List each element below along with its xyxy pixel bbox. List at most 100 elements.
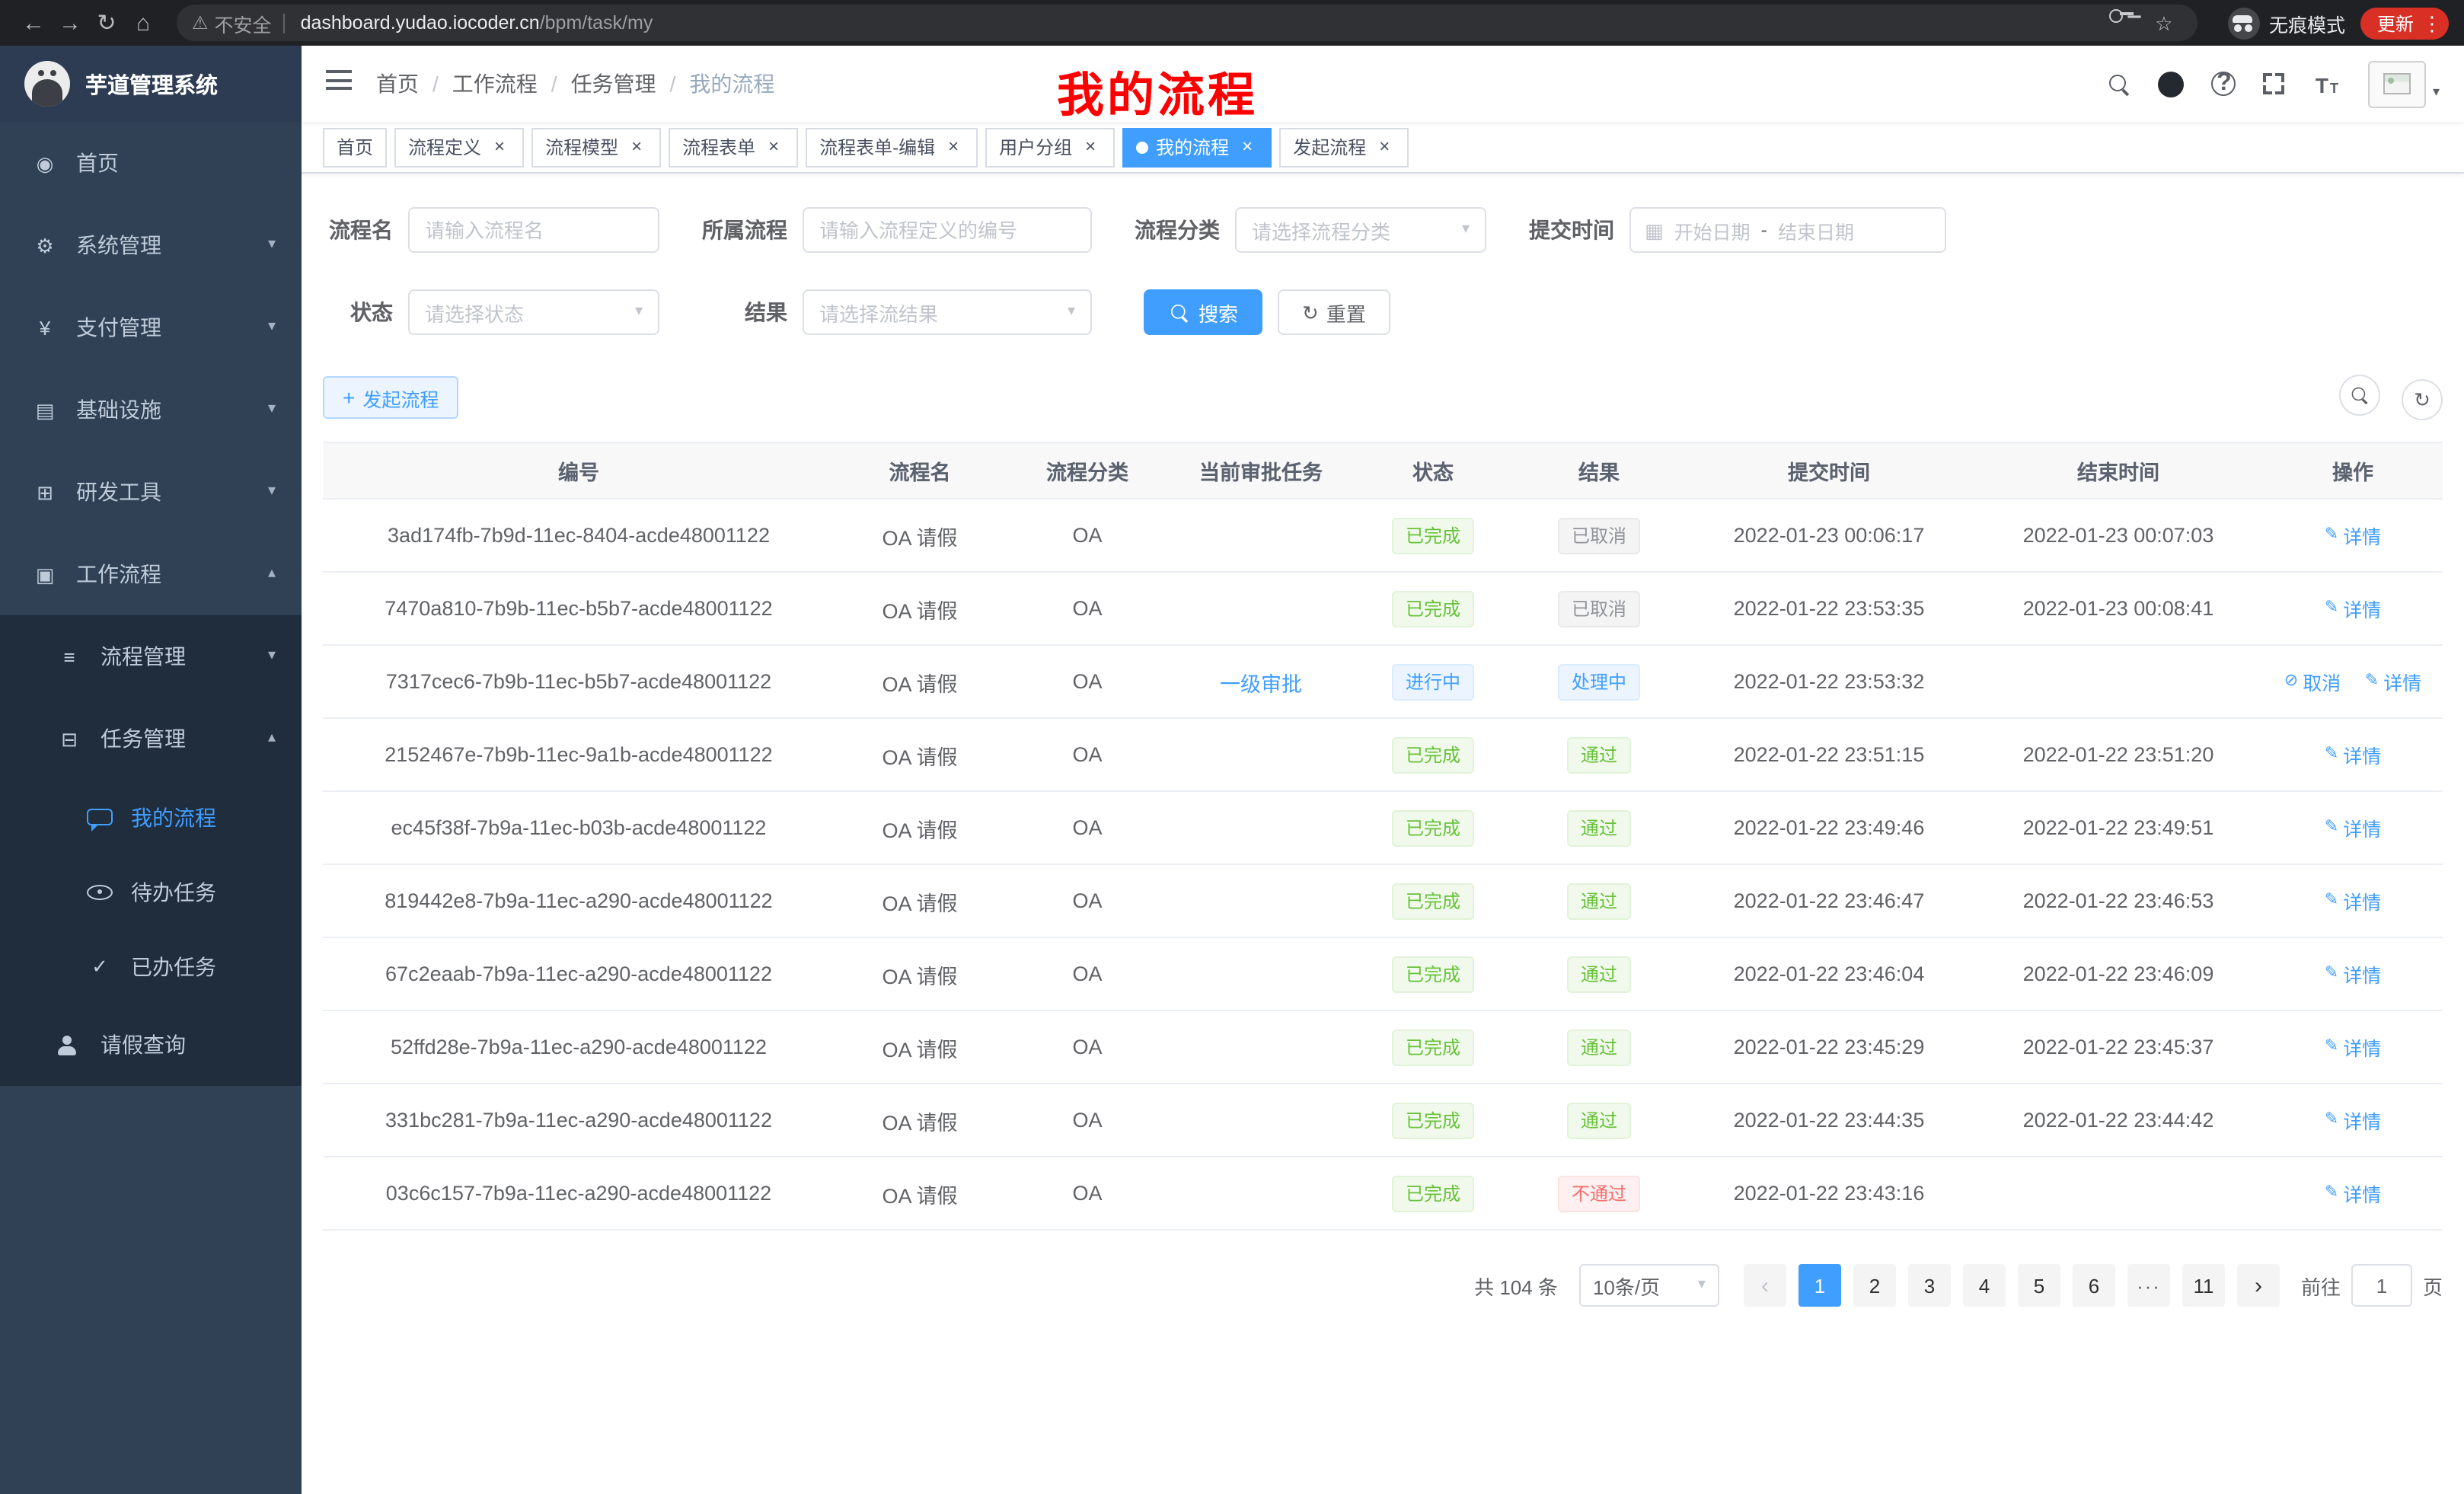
sidebar-item[interactable]: ⊟ 任务管理 ▴ bbox=[0, 698, 302, 780]
sidebar-item[interactable]: 待办任务 bbox=[0, 854, 302, 929]
detail-action[interactable]: ✎详情 bbox=[2325, 813, 2381, 842]
close-icon[interactable]: × bbox=[1374, 136, 1395, 158]
breadcrumb-item[interactable]: 我的流程 bbox=[656, 69, 775, 99]
refresh-table-button[interactable]: ↻ bbox=[2402, 379, 2443, 420]
address-bar[interactable]: ⚠ 不安全 dashboard.yudao.iocoder.cn /bpm/ta… bbox=[177, 5, 2197, 41]
result-badge: 不通过 bbox=[1558, 1175, 1640, 1211]
result-badge: 处理中 bbox=[1558, 663, 1640, 700]
tab[interactable]: 流程定义 × bbox=[394, 127, 524, 167]
status-select[interactable]: 请选择状态 ▾ bbox=[408, 289, 659, 335]
page-button[interactable]: 6 bbox=[2073, 1264, 2115, 1307]
sidebar-item[interactable]: ⊞ 研发工具 ▾ bbox=[0, 451, 302, 533]
tab[interactable]: 流程表单-编辑 × bbox=[806, 127, 978, 167]
question-icon[interactable]: ? bbox=[2212, 72, 2236, 96]
close-icon[interactable]: × bbox=[943, 136, 964, 158]
url-host: dashboard.yudao.iocoder.cn bbox=[301, 12, 540, 34]
page-buttons: 1 2 3 4 5 6 ··· bbox=[1792, 1264, 2231, 1307]
process-name-input[interactable] bbox=[408, 207, 659, 253]
back-icon[interactable]: ← bbox=[15, 5, 52, 41]
detail-action[interactable]: ✎详情 bbox=[2325, 1033, 2381, 1061]
sidebar-toggle[interactable] bbox=[326, 70, 352, 97]
detail-action[interactable]: ✎详情 bbox=[2325, 740, 2381, 769]
tab[interactable]: 我的流程 × bbox=[1122, 127, 1272, 167]
search-button[interactable]: 搜索 bbox=[1144, 289, 1262, 335]
create-process-button[interactable]: + 发起流程 bbox=[323, 376, 458, 419]
submit-time-range-picker[interactable]: ▦ 开始日期 - 结束日期 bbox=[1629, 207, 1946, 253]
page-button[interactable]: 3 bbox=[1908, 1264, 1951, 1307]
task-link[interactable]: 一级审批 bbox=[1220, 672, 1302, 695]
close-icon[interactable]: × bbox=[489, 136, 510, 158]
tab[interactable]: 用户分组 × bbox=[985, 127, 1115, 167]
page-button[interactable]: 4 bbox=[1963, 1264, 2006, 1307]
key-icon[interactable] bbox=[2109, 5, 2146, 41]
pagination: 共 104 条 10条/页 ▾ ‹ 1 2 3 4 bbox=[323, 1264, 2443, 1307]
github-icon[interactable] bbox=[2159, 71, 2185, 97]
content: 流程名 所属流程 流程分类 请选择流程分类 ▾ bbox=[302, 174, 2464, 1494]
breadcrumb-link[interactable]: 工作流程 bbox=[452, 69, 538, 99]
process-key-input[interactable] bbox=[803, 207, 1092, 253]
detail-action[interactable]: ✎详情 bbox=[2365, 667, 2421, 696]
tab[interactable]: 流程模型 × bbox=[531, 127, 661, 167]
detail-action[interactable]: ✎详情 bbox=[2325, 1179, 2381, 1208]
page-button[interactable]: 2 bbox=[1853, 1264, 1896, 1307]
breadcrumb-item[interactable]: 任务管理 bbox=[538, 69, 656, 99]
home-button-icon[interactable]: ⌂ bbox=[125, 5, 161, 41]
page-button[interactable]: ··· bbox=[2127, 1264, 2170, 1307]
detail-action[interactable]: ✎详情 bbox=[2325, 959, 2381, 988]
page-button[interactable]: 5 bbox=[2018, 1264, 2060, 1307]
close-icon[interactable]: × bbox=[626, 136, 647, 158]
avatar[interactable] bbox=[2369, 60, 2427, 107]
star-icon[interactable]: ☆ bbox=[2146, 5, 2182, 41]
sidebar-item[interactable]: ≡ 流程管理 ▾ bbox=[0, 615, 302, 698]
process-mgmt-icon: ≡ bbox=[56, 646, 82, 666]
caret-down-icon[interactable]: ▾ bbox=[2433, 85, 2440, 98]
detail-action[interactable]: ✎详情 bbox=[2325, 521, 2381, 550]
sidebar-item[interactable]: ✓ 已办任务 bbox=[0, 929, 302, 1004]
toggle-search-button[interactable] bbox=[2338, 375, 2379, 416]
dots-vertical-icon[interactable]: ⋮ bbox=[2421, 13, 2443, 33]
close-icon[interactable]: × bbox=[763, 136, 784, 158]
breadcrumb-link[interactable]: 任务管理 bbox=[571, 69, 656, 99]
fullscreen-icon[interactable] bbox=[2264, 73, 2285, 94]
breadcrumb-link[interactable]: 首页 bbox=[376, 69, 419, 99]
tab[interactable]: 首页 × bbox=[323, 127, 387, 167]
page-button[interactable]: 1 bbox=[1799, 1264, 1841, 1307]
reset-button[interactable]: ↻ 重置 bbox=[1278, 289, 1390, 335]
cancel-action[interactable]: ⊘取消 bbox=[2284, 667, 2341, 696]
search-icon[interactable] bbox=[2108, 72, 2131, 95]
detail-action[interactable]: ✎详情 bbox=[2325, 886, 2381, 915]
tab[interactable]: 发起流程 × bbox=[1279, 127, 1409, 167]
reload-icon[interactable]: ↻ bbox=[88, 5, 125, 41]
sidebar-item[interactable]: ▤ 基础设施 ▾ bbox=[0, 369, 302, 451]
sidebar-item[interactable]: 我的流程 bbox=[0, 780, 302, 854]
sidebar-item[interactable]: 请假查询 bbox=[0, 1004, 302, 1086]
detail-icon: ✎ bbox=[2325, 819, 2338, 836]
detail-action[interactable]: ✎详情 bbox=[2325, 1106, 2381, 1135]
breadcrumb-item[interactable]: 工作流程 bbox=[419, 69, 538, 99]
category-select[interactable]: 请选择流程分类 ▾ bbox=[1235, 207, 1486, 253]
result-select[interactable]: 请选择流结果 ▾ bbox=[803, 289, 1092, 335]
forward-icon[interactable]: → bbox=[52, 5, 88, 41]
sidebar-item[interactable]: ▣ 工作流程 ▴ bbox=[0, 533, 302, 615]
close-icon[interactable]: × bbox=[1237, 136, 1258, 158]
page-size-select[interactable]: 10条/页 ▾ bbox=[1579, 1264, 1719, 1307]
sidebar-item[interactable]: ⚙ 系统管理 ▾ bbox=[0, 204, 302, 286]
status-badge: 已完成 bbox=[1392, 1175, 1474, 1211]
next-page-button[interactable]: › bbox=[2237, 1264, 2280, 1307]
tab[interactable]: 流程表单 × bbox=[669, 127, 798, 167]
update-button[interactable]: 更新 ⋮ bbox=[2360, 7, 2449, 39]
detail-action[interactable]: ✎详情 bbox=[2325, 594, 2381, 623]
close-icon[interactable]: × bbox=[1080, 136, 1101, 158]
prev-page-button[interactable]: ‹ bbox=[1744, 1264, 1786, 1307]
goto-page-input[interactable] bbox=[2351, 1264, 2412, 1307]
sidebar-item[interactable]: ¥ 支付管理 ▾ bbox=[0, 286, 302, 369]
page-button[interactable]: 11 bbox=[2182, 1264, 2225, 1307]
breadcrumb-item[interactable]: 首页 bbox=[376, 69, 419, 99]
fontsize-icon[interactable] bbox=[2312, 72, 2341, 96]
logo-image bbox=[24, 61, 70, 107]
breadcrumb-link[interactable]: 我的流程 bbox=[689, 69, 774, 99]
cell-end-time: 2022-01-23 00:07:03 bbox=[1974, 524, 2263, 547]
detail-icon: ✎ bbox=[2325, 966, 2338, 982]
logo-row[interactable]: 芋道管理系统 bbox=[0, 46, 302, 122]
sidebar-item[interactable]: ◉ 首页 bbox=[0, 122, 302, 204]
